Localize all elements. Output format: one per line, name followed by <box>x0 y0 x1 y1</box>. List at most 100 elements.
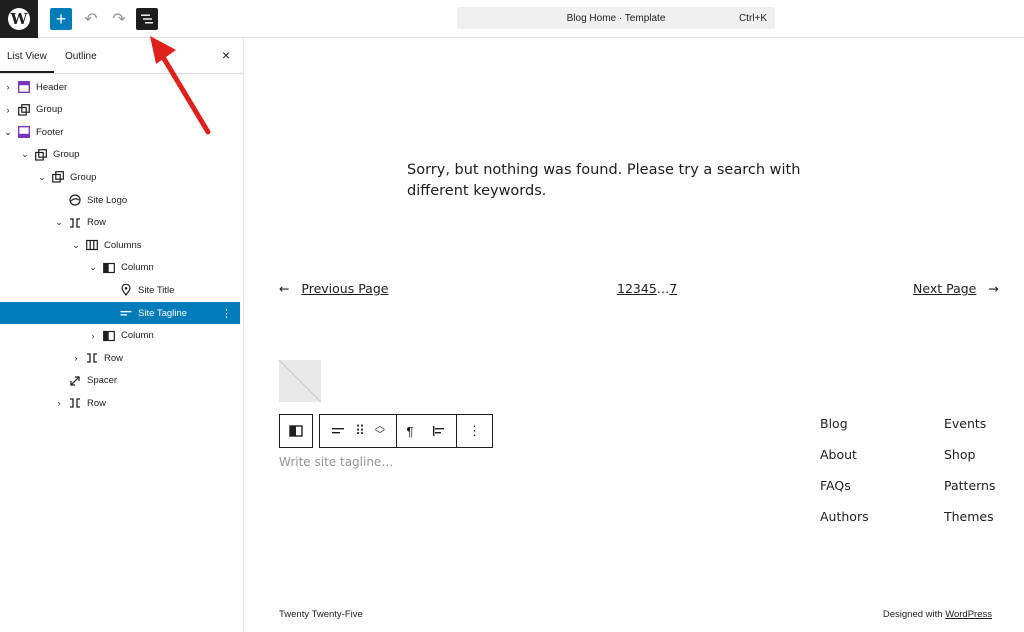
no-results-paragraph[interactable]: Sorry, but nothing was found. Please try… <box>407 160 847 202</box>
list-view-item-site-tagline[interactable]: Site Tagline ⋮ <box>0 302 240 324</box>
site-tagline-input[interactable]: Write site tagline… <box>279 455 393 469</box>
annotation-arrow-icon <box>150 36 211 135</box>
nav-link[interactable]: FAQs <box>820 478 869 509</box>
close-icon[interactable]: × <box>222 47 230 63</box>
list-view-item-row[interactable]: › Row <box>0 347 240 369</box>
tab-outline[interactable]: Outline <box>65 51 97 62</box>
previous-page-label: Previous Page <box>301 281 389 296</box>
footer-nav-column-2: Events Shop Patterns Themes <box>944 416 995 540</box>
template-title: Blog Home · Template <box>566 12 666 24</box>
list-view-item-site-title[interactable]: Site Title <box>0 279 240 301</box>
more-options-icon: ⋮ <box>468 423 481 438</box>
list-view-item-row[interactable]: ⌄ Row <box>0 212 240 234</box>
columns-icon <box>86 239 98 251</box>
list-view-item-label: Row <box>87 397 107 409</box>
block-options-button[interactable]: ⋮ <box>457 414 493 448</box>
wordpress-link[interactable]: WordPress <box>945 609 992 620</box>
group-icon <box>35 148 47 161</box>
page-ellipsis: … <box>656 281 670 296</box>
nav-link[interactable]: Authors <box>820 509 869 540</box>
site-logo-icon <box>69 194 81 206</box>
align-left-icon[interactable] <box>432 425 446 437</box>
tab-list-view[interactable]: List View <box>7 51 47 62</box>
wordpress-logo-button[interactable]: W <box>0 0 38 38</box>
site-logo-placeholder[interactable] <box>279 360 321 402</box>
nav-link[interactable]: Events <box>944 416 995 447</box>
list-view-item-row[interactable]: › Row <box>0 392 240 414</box>
chevron-right-icon[interactable]: › <box>3 105 13 115</box>
drag-handle-icon[interactable]: ⠿ <box>355 423 365 439</box>
list-view-item-label: Site Tagline <box>138 307 187 319</box>
footer-site-title[interactable]: Twenty Twenty-Five <box>279 609 363 620</box>
nav-link[interactable]: Shop <box>944 447 995 478</box>
command-palette-bar[interactable]: Blog Home · Template Ctrl+K <box>457 7 775 29</box>
previous-page-link[interactable]: ← Previous Page <box>279 281 388 296</box>
list-view-item-group[interactable]: ⌄ Group <box>0 144 240 166</box>
arrow-left-icon: ← <box>279 281 290 296</box>
footer-credit: Designed with WordPress <box>883 609 992 620</box>
list-view-item-site-logo[interactable]: Site Logo <box>0 189 240 211</box>
list-view-item-label: Column <box>121 330 154 342</box>
shortcut-hint: Ctrl+K <box>738 12 767 24</box>
block-mover-group: ⠿ ︿ ﹀ <box>319 414 397 448</box>
nav-link[interactable]: About <box>820 447 869 478</box>
undo-button[interactable]: ↶ <box>80 8 102 30</box>
nav-link[interactable]: Blog <box>820 416 869 447</box>
chevron-down-icon[interactable]: ⌄ <box>71 240 81 251</box>
chevron-right-icon[interactable]: › <box>88 331 98 341</box>
spacer-icon <box>69 375 81 387</box>
row-icon <box>69 397 81 409</box>
list-view-item-label: Group <box>53 149 80 161</box>
row-icon <box>69 217 81 229</box>
map-marker-icon <box>120 284 132 297</box>
chevron-right-icon[interactable]: › <box>54 398 64 408</box>
tagline-icon[interactable] <box>331 426 345 436</box>
column-icon <box>103 262 115 274</box>
chevron-right-icon[interactable]: › <box>3 82 13 92</box>
page-number[interactable]: 5 <box>649 281 657 296</box>
page-number[interactable]: 7 <box>669 281 677 296</box>
list-view-item-label: Row <box>87 217 107 229</box>
chevron-right-icon[interactable]: › <box>71 353 81 363</box>
list-view-item-column[interactable]: › Column <box>0 325 240 347</box>
add-block-button[interactable]: + <box>50 8 72 30</box>
page-number[interactable]: 3 <box>633 281 641 296</box>
list-view-item-label: Column <box>121 262 154 274</box>
list-view-item-spacer[interactable]: Spacer <box>0 370 240 392</box>
list-view-item-column[interactable]: ⌄ Column <box>0 257 240 279</box>
list-view-item-columns[interactable]: ⌄ Columns <box>0 234 240 256</box>
page-number[interactable]: 2 <box>625 281 633 296</box>
list-view-item-label: Footer <box>36 126 64 138</box>
page-number[interactable]: 1 <box>617 281 625 296</box>
document-overview-button[interactable] <box>136 8 158 30</box>
block-toolbar: ⠿ ︿ ﹀ ¶ ⋮ <box>279 414 493 448</box>
nav-link[interactable]: Themes <box>944 509 995 540</box>
chevron-down-icon[interactable]: ⌄ <box>37 172 47 183</box>
list-view-item-label: Group <box>70 171 97 183</box>
chevron-down-icon[interactable]: ⌄ <box>54 217 64 228</box>
nav-link[interactable]: Patterns <box>944 478 995 509</box>
chevron-down-icon[interactable]: ⌄ <box>88 262 98 273</box>
footer-template-icon <box>18 126 30 139</box>
chevron-down-icon[interactable]: ⌄ <box>20 149 30 160</box>
group-icon <box>18 103 30 116</box>
options-icon[interactable]: ⋮ <box>221 307 232 320</box>
chevron-down-icon[interactable]: ⌄ <box>3 127 13 138</box>
row-icon <box>86 352 98 364</box>
move-up-down-icon[interactable]: ︿ ﹀ <box>375 422 385 441</box>
placeholder-diagonal <box>279 360 321 402</box>
column-icon <box>103 330 115 342</box>
next-page-label: Next Page <box>913 281 977 296</box>
list-view-item-label: Spacer <box>87 375 118 387</box>
parent-block-button[interactable] <box>279 414 313 448</box>
page-number[interactable]: 4 <box>641 281 649 296</box>
wordpress-logo-icon: W <box>8 8 30 30</box>
list-view-item-group[interactable]: ⌄ Group <box>0 166 240 188</box>
list-view-item-label: Group <box>36 104 63 116</box>
page-numbers: 12345…7 <box>617 281 677 296</box>
group-icon <box>52 171 64 183</box>
next-page-link[interactable]: Next Page → <box>913 281 999 296</box>
list-view-item-label: Columns <box>104 239 142 251</box>
redo-button[interactable]: ↷ <box>108 8 130 30</box>
paragraph-icon[interactable]: ¶ <box>407 424 414 439</box>
